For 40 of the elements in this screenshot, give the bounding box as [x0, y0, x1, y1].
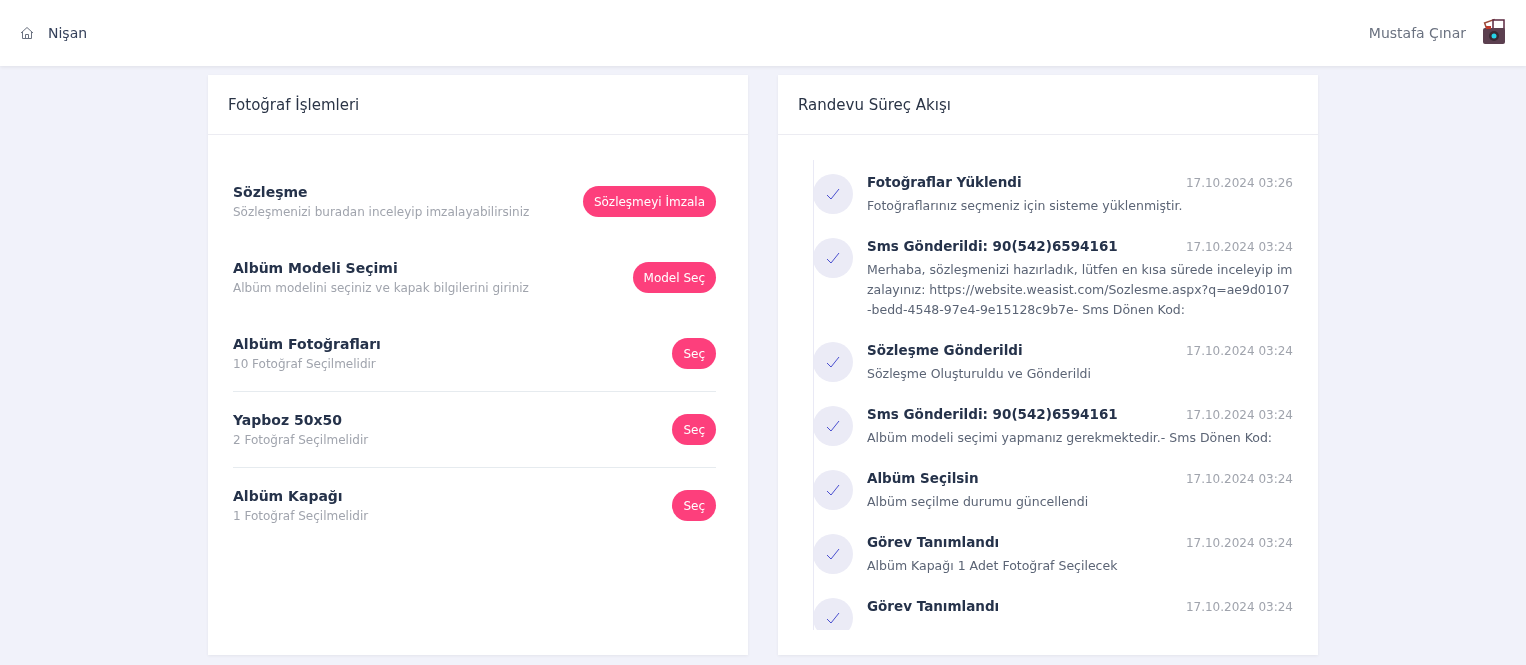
- event-time: 17.10.2024 03:24: [1185, 344, 1293, 358]
- action-button[interactable]: Model Seç: [632, 262, 716, 293]
- item-title: Albüm Modeli Seçimi: [233, 260, 399, 276]
- card-title: Randevu Süreç Akışı: [798, 95, 951, 114]
- event-time: 17.10.2024 03:24: [1185, 240, 1293, 254]
- event-text: Sözleşme Oluşturuldu ve Gönderildi: [867, 365, 1093, 383]
- event-text: Merhaba, sözleşmenizi hazırladık, lütfen en kısa sürede inceleyip imzalayınız: https://website.weasist.com/Sozlesme.aspx?q=ae9d0107-bedd-4548-97e4-9e15128c9b7e- Sms Dönen Kod:: [867, 261, 1293, 319]
- item-subtitle: Albüm modelini seçiniz ve kapak bilgilerini giriniz: [233, 281, 529, 295]
- event-title: Albüm Seçilsin: [867, 470, 979, 486]
- item-title: Sözleşme: [233, 184, 309, 200]
- event-text: Albüm modeli seçimi yapmanız gerekmektedir.- Sms Dönen Kod:: [867, 429, 1274, 447]
- event-title: Fotoğraflar Yüklendi: [867, 174, 1022, 190]
- item-subtitle: 2 Fotoğraf Seçilmelidir: [233, 433, 369, 447]
- event-title: Görev Tanımlandı: [867, 598, 1000, 614]
- select-button[interactable]: Seç: [672, 414, 716, 445]
- item-title: Yapboz 50x50: [233, 412, 343, 428]
- home-icon[interactable]: [20, 26, 34, 40]
- event-text: Albüm Kapağı 1 Adet Fotoğraf Seçilecek: [867, 557, 1119, 575]
- event-title: Sms Gönderildi: 90(542)6594161: [867, 238, 1118, 254]
- item-subtitle: 10 Fotoğraf Seçilmelidir: [233, 357, 377, 371]
- select-button[interactable]: Seç: [672, 490, 716, 521]
- item-subtitle: Sözleşmenizi buradan inceleyip imzalayabilirsiniz: [233, 205, 530, 219]
- event-title: Görev Tanımlandı: [867, 534, 1000, 550]
- card-title: Fotoğraf İşlemleri: [228, 95, 360, 114]
- item-subtitle: 1 Fotoğraf Seçilmelidir: [233, 509, 369, 523]
- action-button[interactable]: Sözleşmeyi İmzala: [582, 186, 716, 217]
- breadcrumb-text[interactable]: Nişan: [48, 25, 88, 41]
- event-text: Fotoğraflarınız seçmeniz için sisteme yüklenmiştir.: [867, 197, 1184, 215]
- event-time: 17.10.2024 03:24: [1185, 600, 1293, 614]
- event-time: 17.10.2024 03:24: [1185, 536, 1293, 550]
- user-name[interactable]: Mustafa Çınar: [1368, 25, 1466, 41]
- event-title: Sms Gönderildi: 90(542)6594161: [867, 406, 1118, 422]
- event-time: 17.10.2024 03:24: [1185, 472, 1293, 486]
- event-title: Sözleşme Gönderildi: [867, 342, 1023, 358]
- event-time: 17.10.2024 03:26: [1185, 176, 1293, 190]
- item-title: Albüm Fotoğrafları: [233, 336, 381, 352]
- item-title: Albüm Kapağı: [233, 488, 344, 504]
- event-time: 17.10.2024 03:24: [1185, 408, 1293, 422]
- event-text: Albüm seçilme durumu güncellendi: [867, 493, 1090, 511]
- select-button[interactable]: Seç: [672, 338, 716, 369]
